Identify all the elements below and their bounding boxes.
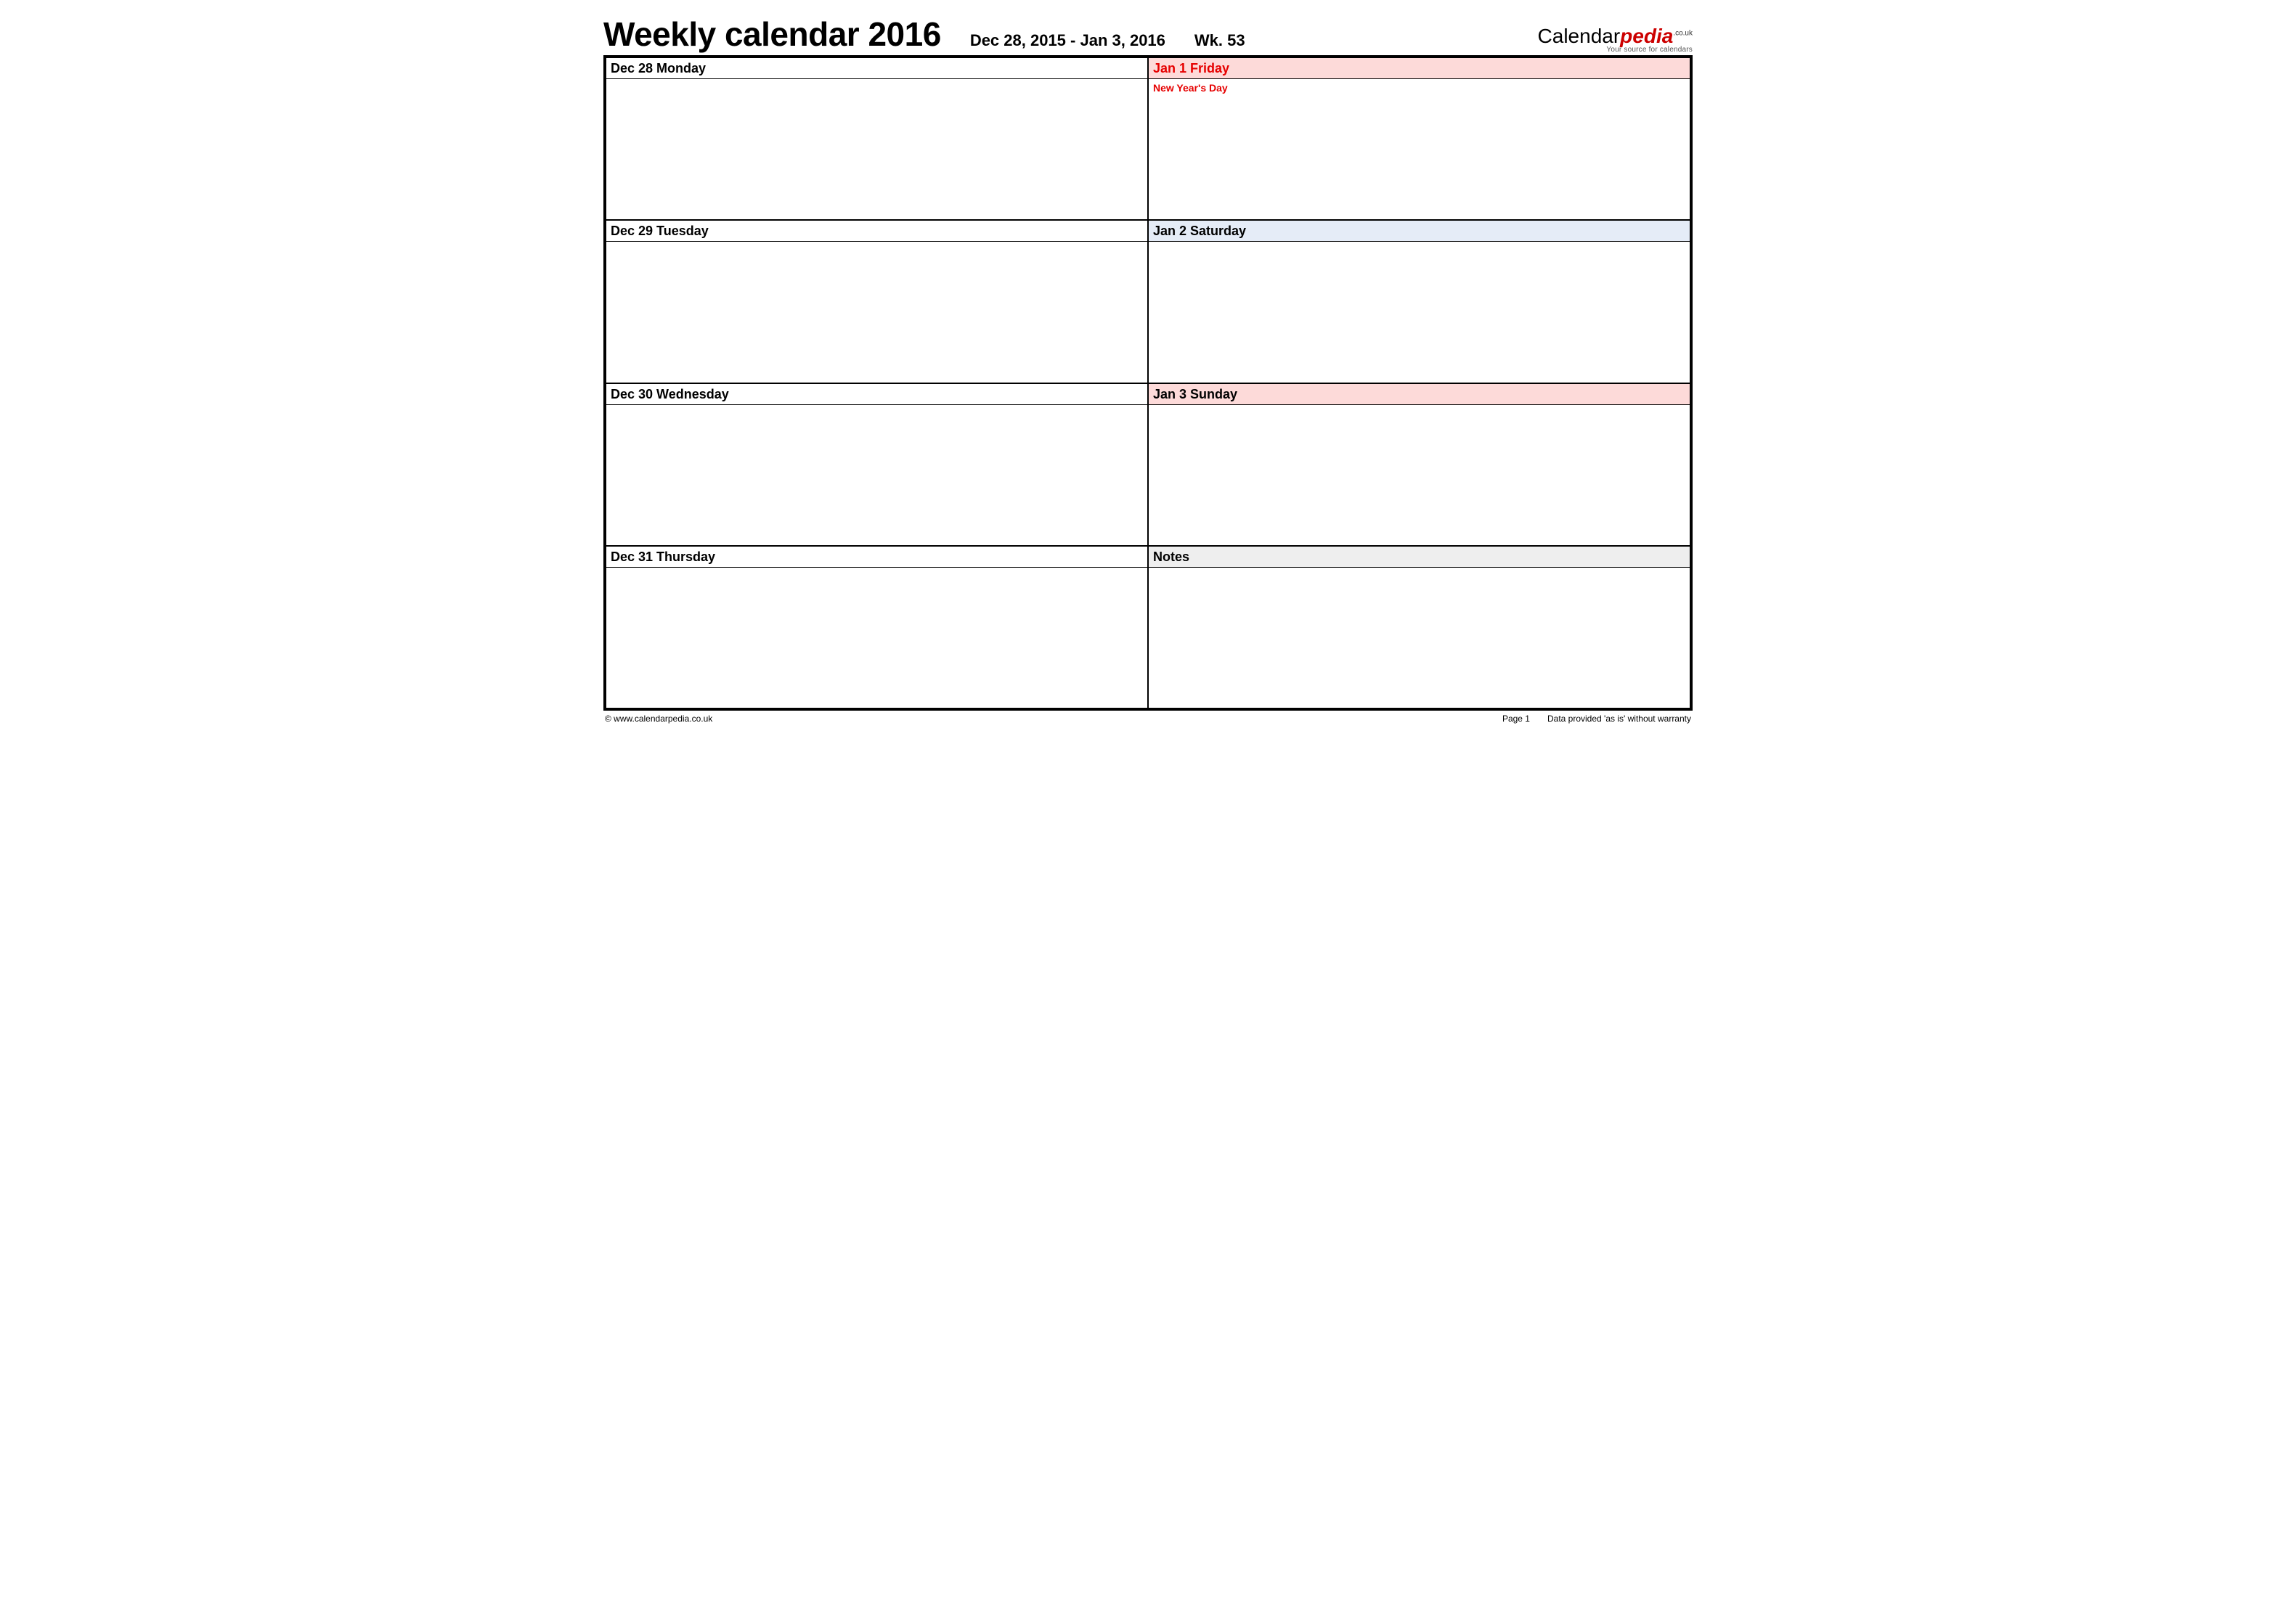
day-cell-friday: Jan 1 Friday New Year's Day	[1148, 57, 1690, 220]
day-body: New Year's Day	[1149, 79, 1690, 219]
day-cell-monday: Dec 28 Monday	[606, 57, 1148, 220]
logo-tagline: Your source for calendars	[1538, 46, 1693, 54]
day-cell-sunday: Jan 3 Sunday	[1148, 383, 1690, 546]
calendar-page: Weekly calendar 2016 Dec 28, 2015 - Jan …	[603, 15, 1693, 724]
week-number: Wk. 53	[1194, 31, 1245, 50]
header-left: Weekly calendar 2016 Dec 28, 2015 - Jan …	[603, 15, 1245, 54]
day-label: Jan 3 Sunday	[1149, 384, 1690, 405]
page-number: Page 1	[1502, 714, 1530, 724]
logo-tld: .co.uk	[1673, 30, 1693, 38]
day-body	[1149, 242, 1690, 382]
day-cell-thursday: Dec 31 Thursday	[606, 546, 1148, 708]
logo-text: Calendarpedia.co.uk	[1538, 26, 1693, 46]
page-footer: © www.calendarpedia.co.uk Page 1 Data pr…	[603, 711, 1693, 724]
copyright-text: © www.calendarpedia.co.uk	[605, 714, 712, 724]
day-body	[1149, 405, 1690, 545]
page-title: Weekly calendar 2016	[603, 15, 941, 54]
brand-logo: Calendarpedia.co.uk Your source for cale…	[1538, 26, 1693, 54]
day-body	[606, 568, 1147, 708]
logo-part1: Calendar	[1538, 25, 1621, 47]
day-label: Dec 29 Tuesday	[606, 221, 1147, 242]
day-body	[606, 79, 1147, 219]
day-label: Dec 30 Wednesday	[606, 384, 1147, 405]
day-cell-saturday: Jan 2 Saturday	[1148, 220, 1690, 383]
logo-part2: pedia	[1620, 25, 1673, 47]
day-label: Dec 31 Thursday	[606, 547, 1147, 568]
day-cell-wednesday: Dec 30 Wednesday	[606, 383, 1148, 546]
day-cell-tuesday: Dec 29 Tuesday	[606, 220, 1148, 383]
day-body	[606, 242, 1147, 382]
day-label: Jan 2 Saturday	[1149, 221, 1690, 242]
day-body	[606, 405, 1147, 545]
notes-body	[1149, 568, 1690, 708]
date-range: Dec 28, 2015 - Jan 3, 2016	[970, 31, 1165, 50]
week-grid: Dec 28 Monday Jan 1 Friday New Year's Da…	[603, 57, 1693, 711]
footer-right: Page 1 Data provided 'as is' without war…	[1502, 714, 1691, 724]
notes-label: Notes	[1149, 547, 1690, 568]
day-label: Jan 1 Friday	[1149, 58, 1690, 79]
day-label: Dec 28 Monday	[606, 58, 1147, 79]
notes-cell: Notes	[1148, 546, 1690, 708]
disclaimer-text: Data provided 'as is' without warranty	[1547, 714, 1691, 724]
page-header: Weekly calendar 2016 Dec 28, 2015 - Jan …	[603, 15, 1693, 57]
